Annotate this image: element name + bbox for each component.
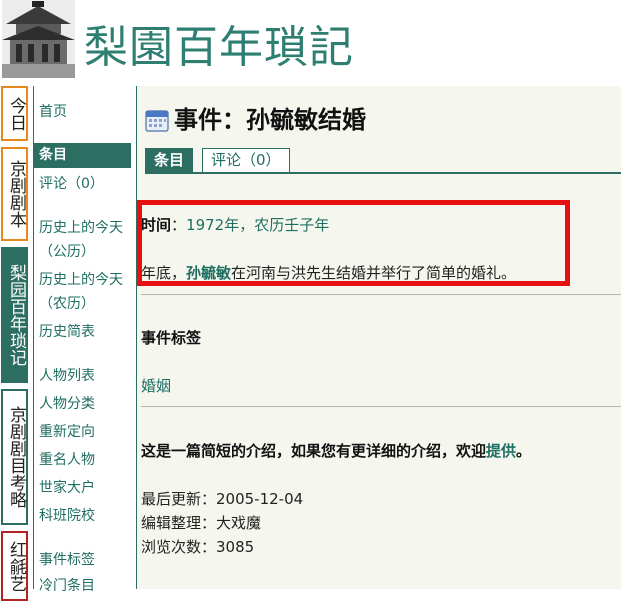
vtab-records[interactable]: 梨园百年琐记 — [1, 247, 28, 383]
time-row: 时间：1972年，农历壬子年 — [141, 214, 329, 236]
content-tabs: 条目 评论（0） — [145, 148, 621, 174]
nav-person-list[interactable]: 人物列表 — [39, 364, 95, 388]
nav-home[interactable]: 首页 — [39, 100, 67, 124]
nav-families[interactable]: 世家大户 — [39, 476, 95, 500]
site-logo-photo[interactable] — [2, 0, 75, 78]
calendar-icon — [145, 110, 169, 132]
nav-today-solar-2[interactable]: （公历） — [39, 240, 95, 264]
nav-today-lunar-2[interactable]: （农历） — [39, 292, 95, 316]
nav-rare-entries[interactable]: 冷门条目 — [39, 574, 95, 598]
vtab-repertoire[interactable]: 京剧剧目考略 — [1, 389, 28, 525]
event-body: 年底，孙毓敏在河南与洪先生结婚并举行了简单的婚礼。 — [141, 262, 516, 284]
vtab-hongshu[interactable]: 红毹艺 — [1, 531, 28, 601]
tags-heading: 事件标签 — [141, 329, 202, 347]
view-count: 浏览次数：3085 — [141, 538, 255, 556]
nav-today-solar-1[interactable]: 历史上的今天 — [39, 216, 123, 240]
site-header: 梨園百年瑣記 — [0, 0, 621, 80]
divider — [141, 406, 621, 407]
nav-schools[interactable]: 科班院校 — [39, 504, 95, 528]
vtab-today[interactable]: 今日 — [1, 86, 28, 141]
nav-today-lunar-1[interactable]: 历史上的今天 — [39, 268, 123, 292]
person-link[interactable]: 孙毓敏 — [186, 264, 231, 282]
site-title[interactable]: 梨園百年瑣記 — [84, 22, 354, 74]
pagoda-icon — [2, 0, 75, 78]
body-suffix: 在河南与洪先生结婚并举行了简单的婚礼。 — [231, 264, 517, 282]
nav-redirects[interactable]: 重新定向 — [39, 420, 95, 444]
nav-comments[interactable]: 评论（0） — [39, 172, 104, 196]
nav-history-table[interactable]: 历史简表 — [39, 320, 95, 344]
time-label: 时间 — [141, 216, 172, 234]
page-title: 事件：孙毓敏结婚 — [174, 106, 366, 134]
divider — [141, 294, 621, 295]
nav-event-tags[interactable]: 事件标签 — [39, 548, 95, 572]
tag-link-marriage[interactable]: 婚姻 — [141, 375, 171, 397]
contribute-note: 这是一篇简短的介绍，如果您有更详细的介绍，欢迎提供。 — [141, 440, 531, 462]
provide-link[interactable]: 提供 — [486, 442, 516, 460]
tab-comments[interactable]: 评论（0） — [202, 148, 290, 172]
time-separator: ： — [171, 216, 187, 234]
time-value-link[interactable]: 1972年，农历壬子年 — [186, 216, 329, 234]
nav-person-category[interactable]: 人物分类 — [39, 392, 95, 416]
nav-entry-active[interactable]: 条目 — [34, 143, 131, 168]
editor: 编辑整理：大戏魔 — [141, 514, 262, 532]
nav-duplicate-names[interactable]: 重名人物 — [39, 448, 95, 472]
note-suffix: 。 — [516, 442, 532, 460]
body-prefix: 年底， — [141, 264, 187, 282]
side-nav: 首页 条目 评论（0） 历史上的今天 （公历） 历史上的今天 （农历） 历史简表… — [33, 86, 138, 594]
note-text: 这是一篇简短的介绍，如果您有更详细的介绍，欢迎 — [141, 442, 487, 460]
vtab-scripts[interactable]: 京剧剧本 — [1, 147, 28, 241]
main-content: 事件：孙毓敏结婚 条目 评论（0） 时间：1972年，农历壬子年 年底，孙毓敏在… — [137, 86, 621, 589]
last-updated: 最后更新：2005-12-04 — [141, 490, 304, 508]
tab-entry[interactable]: 条目 — [145, 148, 194, 172]
